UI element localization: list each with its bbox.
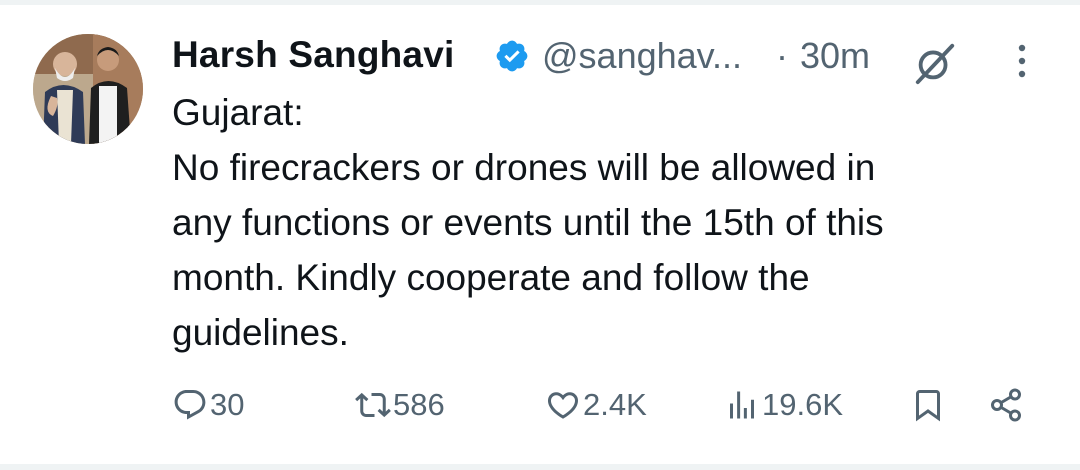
views-chart-icon <box>730 391 754 419</box>
tweet-text-line: month. Kindly cooperate and follow the <box>172 257 810 298</box>
time-separator: · <box>776 35 788 76</box>
tweet-text-line: guidelines. <box>172 312 349 353</box>
action-bar: 30 586 2.4K 19.6K <box>0 380 1080 430</box>
tweet-header: Harsh Sanghavi @sanghav... · 30m <box>172 28 1052 86</box>
reply-button[interactable]: 30 <box>172 380 244 430</box>
avatar-image <box>33 34 143 144</box>
repost-icon <box>355 392 391 418</box>
like-count: 2.4K <box>583 387 647 422</box>
tweet-text-line: Gujarat: <box>172 92 304 133</box>
tweet-text-line: any functions or events until the 15th o… <box>172 202 884 243</box>
share-button[interactable] <box>988 380 1024 430</box>
bottom-divider <box>0 464 1080 470</box>
reply-count: 30 <box>210 387 245 422</box>
author-name[interactable]: Harsh Sanghavi <box>172 34 454 76</box>
views-count: 19.6K <box>762 387 844 422</box>
share-icon <box>991 388 1021 422</box>
tweet-text: Gujarat: No firecrackers or drones will … <box>172 85 1012 360</box>
avatar[interactable] <box>33 34 143 144</box>
like-button[interactable]: 2.4K <box>545 380 647 430</box>
repost-button[interactable]: 586 <box>355 380 445 430</box>
verified-badge-icon[interactable] <box>494 38 530 74</box>
author-handle[interactable]: @sanghav... <box>542 35 742 77</box>
bookmark-icon <box>916 390 940 422</box>
repost-count: 586 <box>393 387 445 422</box>
grok-icon[interactable] <box>912 40 958 86</box>
views-button[interactable]: 19.6K <box>724 380 843 430</box>
tweet-text-line: No firecrackers or drones will be allowe… <box>172 147 876 188</box>
heart-icon <box>547 392 579 419</box>
more-options-icon[interactable] <box>1010 40 1034 82</box>
bookmark-button[interactable] <box>910 380 946 430</box>
reply-icon <box>174 390 206 420</box>
top-divider <box>0 0 1080 5</box>
post-time[interactable]: 30m <box>800 35 870 77</box>
